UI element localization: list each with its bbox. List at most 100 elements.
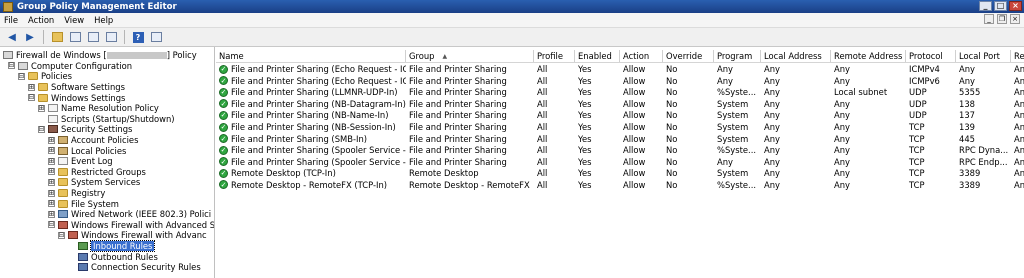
column-header[interactable]: Local Address: [761, 50, 831, 62]
table-row[interactable]: ✓ File and Printer Sharing (Spooler Servi…: [216, 156, 1024, 168]
table-row[interactable]: ✓ File and Printer Sharing (Echo Request …: [216, 64, 1024, 76]
column-header[interactable]: Name: [216, 50, 406, 62]
table-row[interactable]: ✓ File and Printer Sharing (NB-Name-In) Fi…: [216, 110, 1024, 122]
menu-file[interactable]: File: [4, 15, 18, 25]
show-hide-tree-button[interactable]: [67, 30, 83, 45]
check-circle-icon: ✓: [219, 180, 228, 190]
table-row[interactable]: ✓ Remote Desktop - RemoteFX (TCP-In) Remot…: [216, 179, 1024, 191]
menu-action[interactable]: Action: [28, 15, 54, 25]
tree-item[interactable]: Inbound Rules: [68, 240, 156, 253]
help-button[interactable]: ?: [130, 30, 146, 45]
expand-toggle-icon[interactable]: ⊞: [48, 200, 55, 208]
tree-item[interactable]: Scripts (Startup/Shutdown): [38, 114, 175, 125]
tree-item[interactable]: ⊞ File System: [48, 198, 119, 209]
table-cell: Allow: [620, 167, 663, 179]
tree-item[interactable]: ⊞ Restricted Groups: [48, 167, 146, 178]
mdi-minimize-button[interactable]: _: [984, 14, 994, 24]
expand-toggle-icon[interactable]: ⊞: [48, 147, 55, 155]
properties-button[interactable]: [148, 30, 164, 45]
forward-arrow-icon: ▶: [26, 31, 34, 43]
table-row[interactable]: ✓ File and Printer Sharing (SMB-In) File a…: [216, 133, 1024, 145]
tree-item[interactable]: ⊞ Wired Network (IEEE 802.3) Polici: [48, 209, 211, 220]
expand-toggle-icon[interactable]: ⊞: [48, 210, 55, 218]
cell-text: Remote Desktop (TCP-In): [231, 168, 336, 179]
table-row[interactable]: ✓ Remote Desktop (TCP-In) Remote Desktop Al…: [216, 167, 1024, 179]
column-header[interactable]: Remote Address: [831, 50, 906, 62]
rules-list[interactable]: Name Group ▲ Profile Enabled Action Override Pr…: [216, 47, 1024, 278]
mdi-close-button[interactable]: ×: [1010, 14, 1020, 24]
column-header[interactable]: Protocol: [906, 50, 956, 62]
expand-toggle-icon[interactable]: ⊞: [48, 157, 55, 165]
column-header[interactable]: Profile: [534, 50, 575, 62]
keyi-icon: [58, 146, 68, 155]
menu-view[interactable]: View: [64, 15, 84, 25]
tree-item-label: Restricted Groups: [71, 166, 146, 177]
refresh-button[interactable]: [85, 30, 101, 45]
expand-toggle-icon[interactable]: ⊞: [48, 136, 55, 144]
tree-item[interactable]: Outbound Rules: [68, 251, 158, 262]
table-cell: Any: [831, 156, 906, 168]
tree-item[interactable]: ⊟ Windows Firewall with Advanc: [58, 230, 207, 241]
tree-item[interactable]: ⊞ Registry: [48, 188, 105, 199]
keyi-icon: [58, 136, 68, 145]
close-button[interactable]: ×: [1009, 1, 1022, 11]
expand-toggle-icon[interactable]: ⊟: [58, 231, 65, 239]
back-button[interactable]: ◀: [4, 30, 20, 45]
expand-toggle-icon[interactable]: ⊞: [38, 104, 45, 112]
column-header-label: Local Port: [959, 51, 1000, 61]
expand-toggle-icon[interactable]: ⊞: [28, 83, 35, 91]
refresh-icon: [87, 32, 99, 42]
column-header[interactable]: Re: [1011, 50, 1024, 62]
tree-item[interactable]: ⊞ Name Resolution Policy: [38, 103, 159, 114]
column-header[interactable]: Action: [620, 50, 663, 62]
mdi-restore-button[interactable]: ❐: [997, 14, 1007, 24]
expand-toggle-icon[interactable]: ⊟: [48, 221, 55, 229]
tree-item[interactable]: ⊞ Account Policies: [48, 135, 138, 146]
cell-text: System: [717, 110, 749, 121]
column-header[interactable]: Group ▲: [406, 50, 534, 62]
tree-item[interactable]: ⊟ Windows Settings: [28, 92, 125, 103]
expand-toggle-icon[interactable]: ⊞: [48, 189, 55, 197]
folder-icon: [58, 199, 68, 208]
column-header[interactable]: Override: [663, 50, 714, 62]
cell-text: UDP: [909, 98, 927, 109]
column-header[interactable]: Enabled: [575, 50, 620, 62]
forward-button[interactable]: ▶: [22, 30, 38, 45]
expand-toggle-icon[interactable]: ⊟: [38, 125, 45, 133]
table-cell: Allow: [620, 98, 663, 110]
tree-item[interactable]: ⊟ Computer Configuration: [8, 61, 132, 72]
table-cell: All: [534, 98, 575, 110]
table-row[interactable]: ✓ File and Printer Sharing (Echo Request …: [216, 75, 1024, 87]
tree-item[interactable]: ⊟ Windows Firewall with Advanced S: [48, 220, 214, 231]
tree-item[interactable]: ⊟ Policies: [18, 71, 72, 82]
expand-toggle-icon[interactable]: ⊟: [18, 72, 25, 80]
table-cell: Any: [831, 133, 906, 145]
tree-item[interactable]: Connection Security Rules: [68, 262, 201, 273]
column-header[interactable]: Local Port: [956, 50, 1011, 62]
column-header[interactable]: Program: [714, 50, 761, 62]
expand-toggle-icon[interactable]: ⊞: [48, 178, 55, 186]
table-row[interactable]: ✓ File and Printer Sharing (NB-Datagram-I…: [216, 98, 1024, 110]
expand-toggle-icon[interactable]: ⊞: [48, 168, 55, 176]
export-list-button[interactable]: [103, 30, 119, 45]
up-folder-button[interactable]: [49, 30, 65, 45]
tree-root[interactable]: Firewall de Windows [] Policy: [3, 50, 197, 61]
table-cell: %Syste...: [714, 179, 761, 191]
tree-item[interactable]: ⊞ System Services: [48, 177, 140, 188]
tree-item[interactable]: ⊞ Event Log: [48, 156, 113, 167]
table-cell: Yes: [575, 98, 620, 110]
table-row[interactable]: ✓ File and Printer Sharing (Spooler Servi…: [216, 144, 1024, 156]
minimize-button[interactable]: _: [979, 1, 992, 11]
tree-item[interactable]: ⊟ Security Settings: [38, 124, 132, 135]
expand-toggle-icon[interactable]: ⊟: [8, 62, 15, 70]
console-tree[interactable]: Firewall de Windows [] Policy ⊟ Computer …: [0, 47, 215, 278]
table-cell: Any: [761, 110, 831, 122]
column-header-label: Local Address: [764, 51, 822, 61]
maximize-button[interactable]: □: [994, 1, 1007, 11]
table-row[interactable]: ✓ File and Printer Sharing (LLMNR-UDP-In)…: [216, 87, 1024, 99]
expand-toggle-icon[interactable]: ⊟: [28, 94, 35, 102]
menu-help[interactable]: Help: [94, 15, 113, 25]
tree-item[interactable]: ⊞ Software Settings: [28, 82, 125, 93]
tree-item[interactable]: ⊞ Local Policies: [48, 145, 126, 156]
table-row[interactable]: ✓ File and Printer Sharing (NB-Session-In…: [216, 121, 1024, 133]
